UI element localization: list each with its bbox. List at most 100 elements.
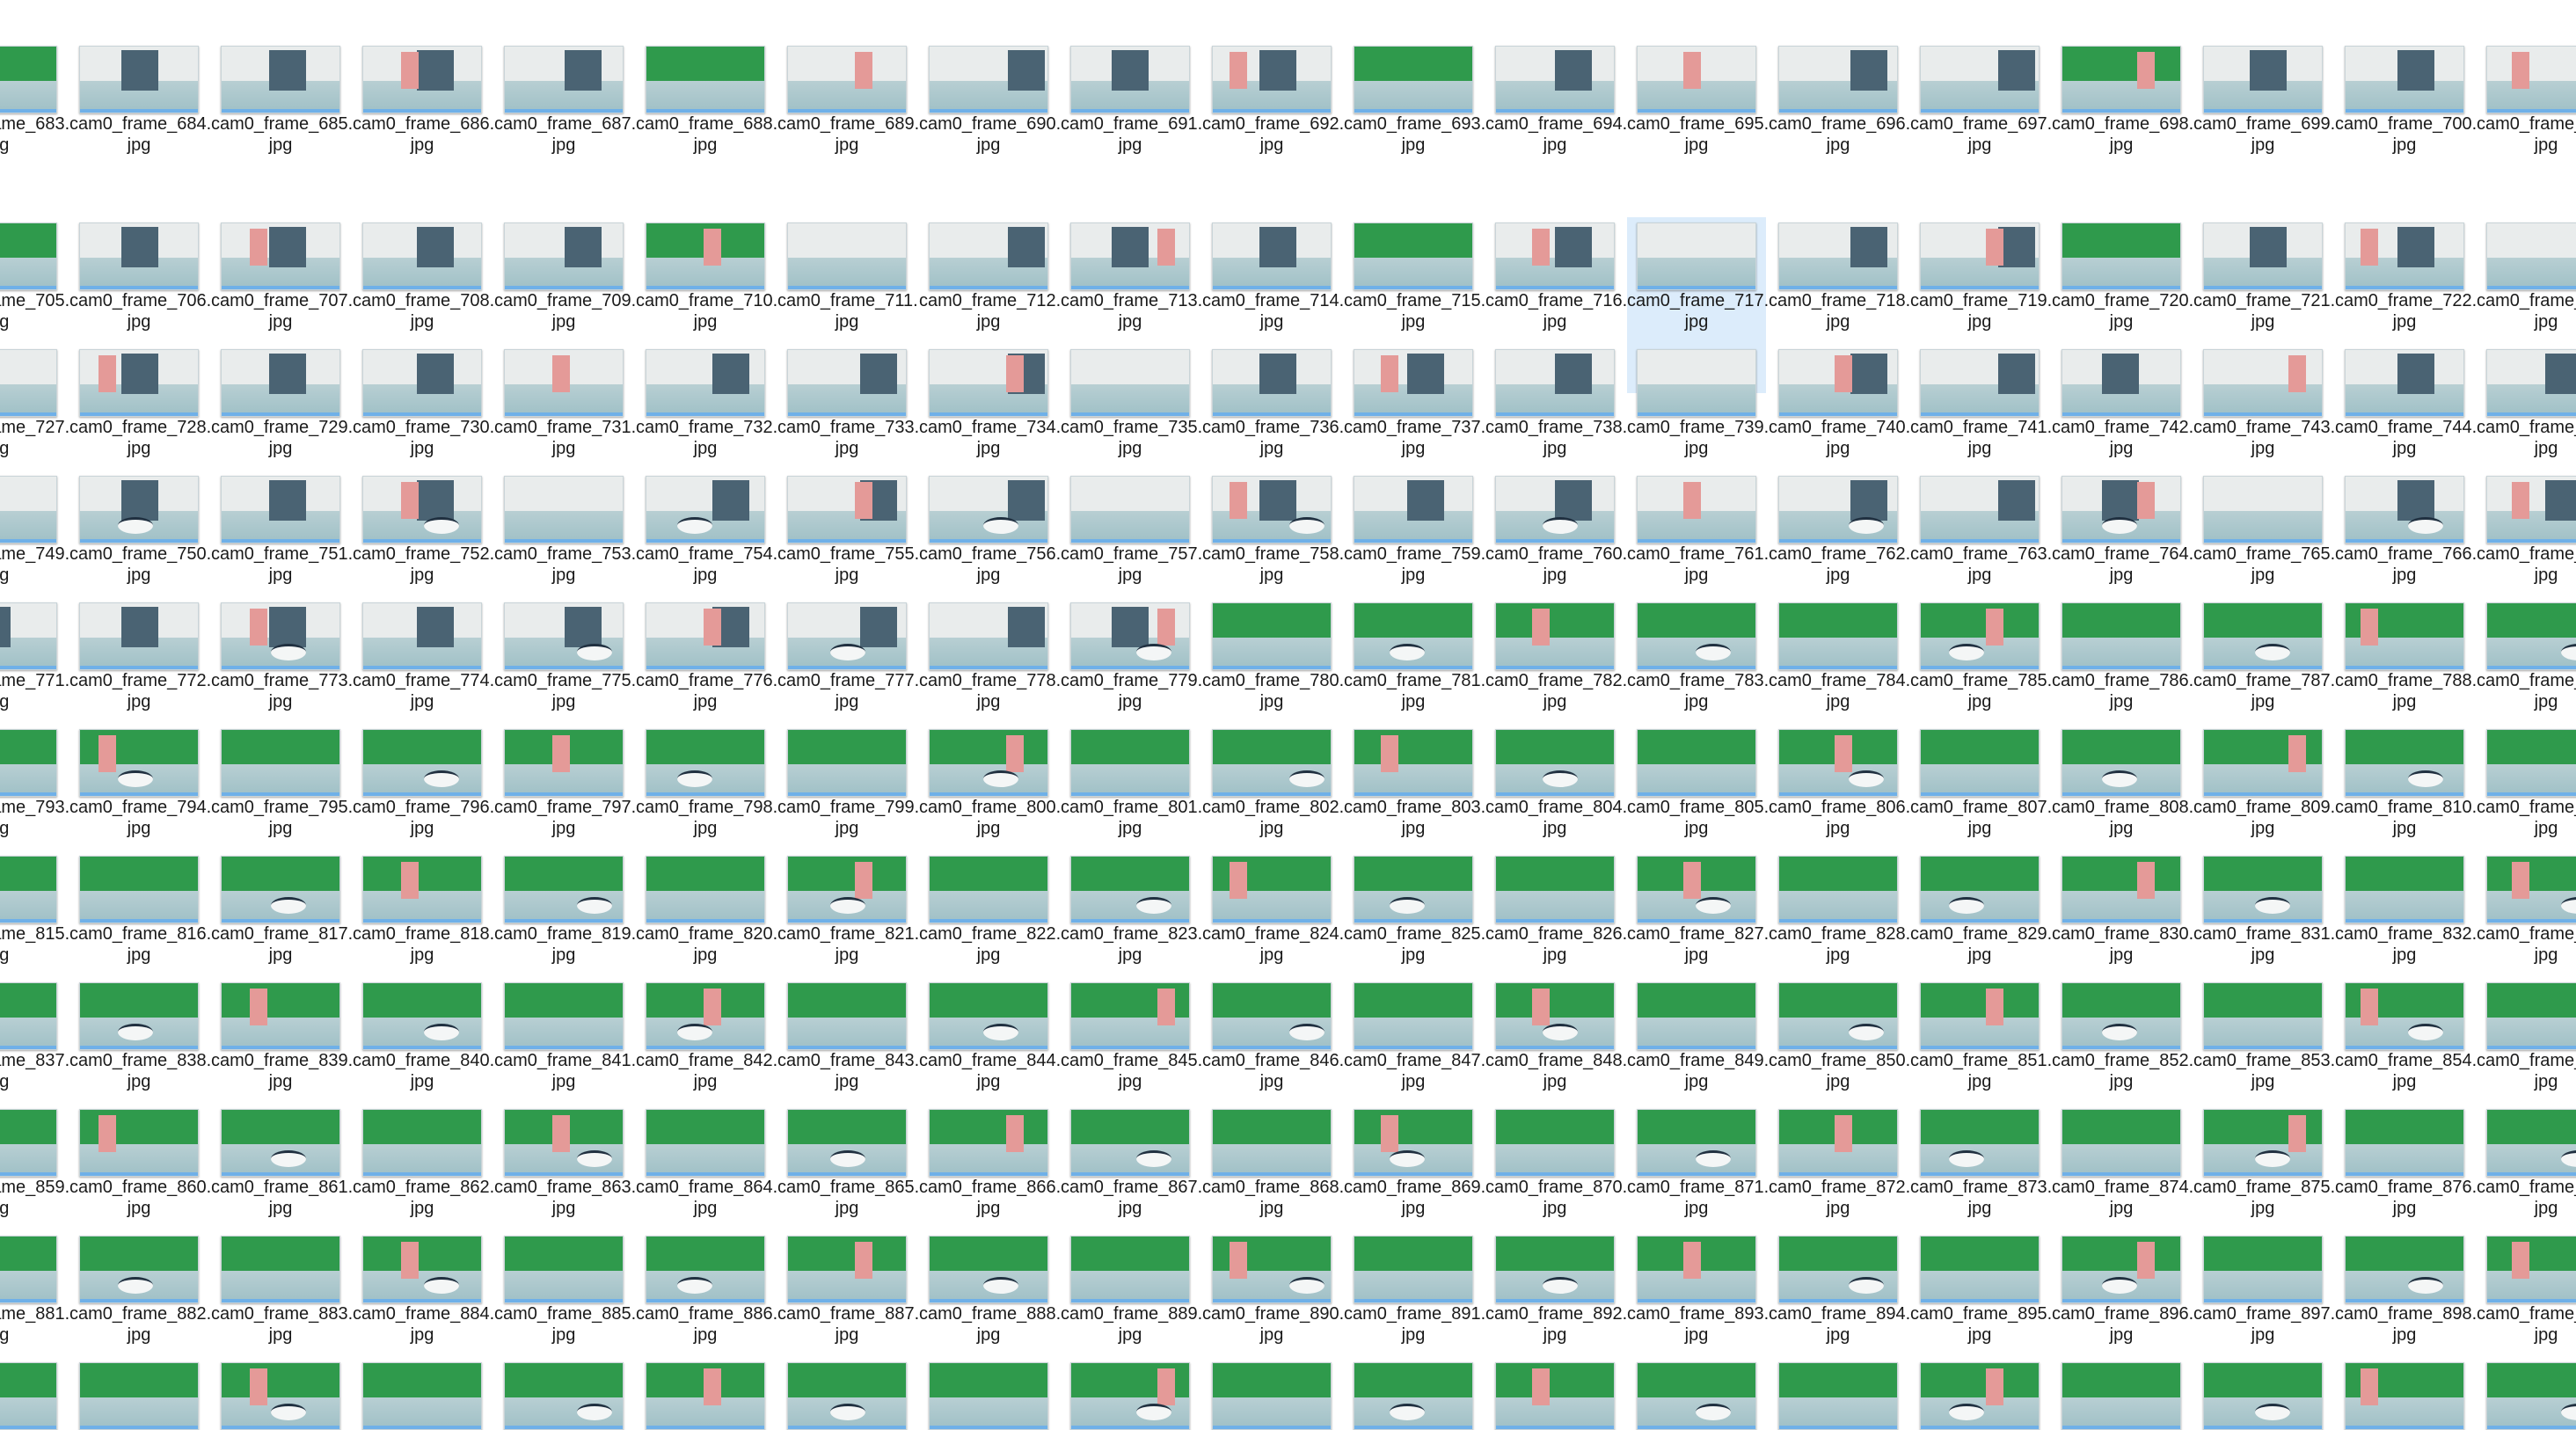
file-item[interactable]: cam0_frame_885. jpg [494, 1230, 636, 1346]
file-item[interactable]: cam0_frame_889. jpg [1061, 1230, 1202, 1346]
file-item[interactable]: cam0_frame_803. jpg [1344, 724, 1485, 839]
file-item[interactable]: cam0_frame_816. jpg [69, 850, 211, 966]
file-item[interactable] [494, 1357, 633, 1430]
file-item[interactable]: cam0_frame_805. jpg [1627, 724, 1769, 839]
file-item[interactable]: cam0_frame_716. jpg [1485, 217, 1627, 332]
file-item[interactable]: cam0_frame_818. jpg [353, 850, 494, 966]
file-item[interactable]: cam0_frame_684. jpg [69, 40, 211, 156]
file-item[interactable]: cam0_frame_711. jpg [777, 217, 918, 332]
file-item[interactable]: cam0_frame_864. jpg [636, 1104, 777, 1219]
file-item[interactable]: cam0_frame_893. jpg [1627, 1230, 1769, 1346]
file-item[interactable]: cam0_frame_720. jpg [2052, 217, 2193, 332]
file-item[interactable]: cam0_frame_691. jpg [1061, 40, 1202, 156]
file-item[interactable]: cam0_frame_751. jpg [211, 471, 353, 586]
file-item[interactable]: cam0_frame_735. jpg [1061, 344, 1202, 459]
file-item[interactable]: cam0_frame_759. jpg [1344, 471, 1485, 586]
file-item[interactable]: cam0_frame_798. jpg [636, 724, 777, 839]
file-item[interactable]: cam0_frame_895. jpg [1910, 1230, 2052, 1346]
file-item[interactable]: cam0_frame_777. jpg [777, 597, 919, 712]
file-item[interactable]: cam0_frame_742. jpg [2052, 344, 2193, 459]
file-item[interactable] [1910, 1357, 2049, 1430]
file-item[interactable]: cam0_frame_882. jpg [69, 1230, 211, 1346]
file-item[interactable]: cam0_frame_877.jpg [2477, 1104, 2576, 1219]
file-item[interactable]: cam0_frame_892. jpg [1485, 1230, 1627, 1346]
file-item[interactable] [1344, 1357, 1483, 1430]
file-item[interactable]: cam0_frame_683.jpg [0, 40, 69, 156]
file-item[interactable]: cam0_frame_713. jpg [1061, 217, 1202, 332]
file-item[interactable]: cam0_frame_727.jpg [0, 344, 69, 459]
file-item[interactable]: cam0_frame_793.jpg [0, 724, 69, 839]
file-item[interactable]: cam0_frame_795. jpg [211, 724, 353, 839]
file-item[interactable]: cam0_frame_785. jpg [1910, 597, 2052, 712]
file-item[interactable]: cam0_frame_822. jpg [919, 850, 1061, 966]
file-item[interactable]: cam0_frame_761. jpg [1627, 471, 1769, 586]
file-item[interactable]: cam0_frame_898. jpg [2335, 1230, 2477, 1346]
file-item[interactable]: cam0_frame_797. jpg [494, 724, 636, 839]
file-item[interactable] [777, 1357, 916, 1430]
file-item[interactable]: cam0_frame_776. jpg [636, 597, 777, 712]
file-item[interactable]: cam0_frame_821. jpg [777, 850, 919, 966]
file-item[interactable]: cam0_frame_865. jpg [777, 1104, 919, 1219]
file-item[interactable]: cam0_frame_754. jpg [636, 471, 777, 586]
file-item[interactable]: cam0_frame_755. jpg [777, 471, 919, 586]
file-item[interactable]: cam0_frame_753. jpg [494, 471, 636, 586]
file-item[interactable]: cam0_frame_842. jpg [636, 977, 777, 1092]
file-item[interactable]: cam0_frame_838. jpg [69, 977, 211, 1092]
file-item[interactable]: cam0_frame_883. jpg [211, 1230, 353, 1346]
file-item[interactable]: cam0_frame_714. jpg [1202, 217, 1344, 332]
file-item[interactable]: cam0_frame_825. jpg [1344, 850, 1485, 966]
file-item[interactable]: cam0_frame_689. jpg [777, 40, 919, 156]
file-item[interactable]: cam0_frame_788. jpg [2335, 597, 2477, 712]
file-item[interactable]: cam0_frame_851. jpg [1910, 977, 2052, 1092]
file-item[interactable]: cam0_frame_800. jpg [919, 724, 1061, 839]
file-item[interactable]: cam0_frame_772. jpg [69, 597, 211, 712]
file-item[interactable]: cam0_frame_763. jpg [1910, 471, 2052, 586]
file-item[interactable] [1627, 1357, 1766, 1430]
file-item[interactable]: cam0_frame_696. jpg [1769, 40, 1910, 156]
file-item[interactable]: cam0_frame_729. jpg [211, 344, 353, 459]
file-item[interactable]: cam0_frame_827. jpg [1627, 850, 1769, 966]
file-item[interactable]: cam0_frame_888. jpg [919, 1230, 1061, 1346]
file-item[interactable]: cam0_frame_830. jpg [2052, 850, 2193, 966]
file-item[interactable]: cam0_frame_736. jpg [1202, 344, 1344, 459]
file-item[interactable]: cam0_frame_847. jpg [1344, 977, 1485, 1092]
file-item[interactable]: cam0_frame_886. jpg [636, 1230, 777, 1346]
file-item[interactable]: cam0_frame_874. jpg [2052, 1104, 2193, 1219]
file-item[interactable]: cam0_frame_697. jpg [1910, 40, 2052, 156]
file-item[interactable]: cam0_frame_758. jpg [1202, 471, 1344, 586]
file-item[interactable]: cam0_frame_779. jpg [1061, 597, 1202, 712]
file-item[interactable]: cam0_frame_859.jpg [0, 1104, 69, 1219]
file-item[interactable]: cam0_frame_710. jpg [636, 217, 777, 332]
file-item[interactable]: cam0_frame_871. jpg [1627, 1104, 1769, 1219]
file-item[interactable]: cam0_frame_869. jpg [1344, 1104, 1485, 1219]
file-item[interactable]: cam0_frame_855.jpg [2477, 977, 2576, 1092]
file-item[interactable]: cam0_frame_837.jpg [0, 977, 69, 1092]
file-item[interactable]: cam0_frame_766. jpg [2335, 471, 2477, 586]
file-item[interactable]: cam0_frame_750. jpg [69, 471, 211, 586]
file-item[interactable]: cam0_frame_867. jpg [1061, 1104, 1202, 1219]
file-item[interactable]: cam0_frame_783. jpg [1627, 597, 1769, 712]
file-item[interactable] [919, 1357, 1058, 1430]
file-item[interactable]: cam0_frame_828. jpg [1769, 850, 1910, 966]
file-item[interactable]: cam0_frame_687. jpg [494, 40, 636, 156]
file-item[interactable] [636, 1357, 775, 1430]
file-item[interactable]: cam0_frame_744. jpg [2335, 344, 2477, 459]
file-item[interactable]: cam0_frame_891. jpg [1344, 1230, 1485, 1346]
file-item[interactable]: cam0_frame_894. jpg [1769, 1230, 1910, 1346]
file-item[interactable] [1485, 1357, 1624, 1430]
file-item[interactable]: cam0_frame_801. jpg [1061, 724, 1202, 839]
file-item[interactable]: cam0_frame_841. jpg [494, 977, 636, 1092]
file-item[interactable]: cam0_frame_817. jpg [211, 850, 353, 966]
file-item[interactable]: cam0_frame_784. jpg [1769, 597, 1910, 712]
file-item[interactable]: cam0_frame_745.jpg [2477, 344, 2576, 459]
file-item[interactable]: cam0_frame_823. jpg [1061, 850, 1202, 966]
file-item[interactable]: cam0_frame_778. jpg [919, 597, 1061, 712]
file-item[interactable]: cam0_frame_804. jpg [1485, 724, 1627, 839]
file-item[interactable]: cam0_frame_728. jpg [69, 344, 211, 459]
file-item[interactable]: cam0_frame_706. jpg [69, 217, 211, 332]
file-item[interactable]: cam0_frame_840. jpg [353, 977, 494, 1092]
file-item[interactable]: cam0_frame_787. jpg [2193, 597, 2335, 712]
file-item[interactable]: cam0_frame_781. jpg [1344, 597, 1485, 712]
file-item[interactable]: cam0_frame_731. jpg [494, 344, 636, 459]
file-item[interactable]: cam0_frame_863. jpg [494, 1104, 636, 1219]
